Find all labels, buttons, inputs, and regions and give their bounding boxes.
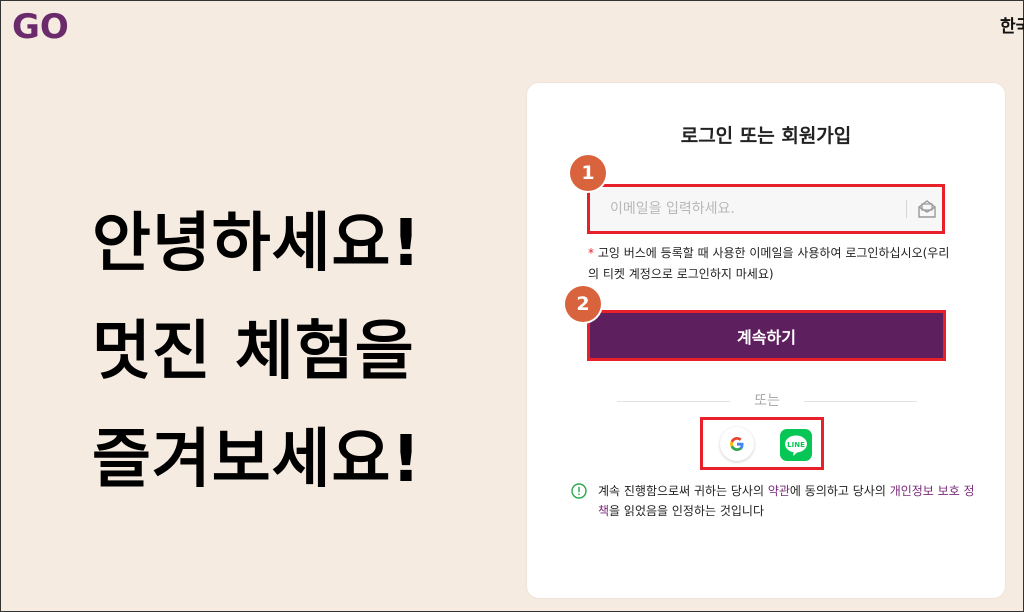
svg-text:GO: GO	[12, 8, 69, 44]
hero-heading: 안녕하세요! 멋진 체험을 즐겨보세요!	[92, 190, 422, 514]
email-input[interactable]	[602, 187, 908, 231]
continue-button[interactable]: 계속하기	[590, 313, 943, 358]
terms-notice: 계속 진행함으로써 귀하는 당사의 약관에 동의하고 당사의 개인정보 보호 정…	[571, 481, 981, 521]
email-note-text: 고잉 버스에 등록할 때 사용한 이메일을 사용하여 로그인하십시오(우리의 티…	[588, 246, 950, 281]
card-title: 로그인 또는 회원가입	[680, 125, 852, 147]
email-divider	[906, 200, 907, 218]
svg-text:LINE: LINE	[787, 441, 805, 449]
google-login-button[interactable]	[720, 427, 754, 461]
terms-link[interactable]: 약관	[768, 484, 790, 498]
step-1-badge: 1	[570, 155, 606, 191]
email-note: * 고잉 버스에 등록할 때 사용한 이메일을 사용하여 로그인하십시오(우리의…	[588, 243, 958, 285]
step-2-badge: 2	[565, 286, 601, 322]
terms-middle: 에 동의하고 당사의	[789, 484, 890, 498]
terms-text: 계속 진행함으로써 귀하는 당사의 약관에 동의하고 당사의 개인정보 보호 정…	[571, 481, 981, 521]
hero-line-3: 즐겨보세요!	[92, 423, 422, 497]
divider-left	[617, 401, 730, 402]
language-selector[interactable]: 한국어	[1000, 12, 1024, 37]
required-star: *	[588, 246, 594, 260]
divider-right	[804, 401, 917, 402]
go-logo[interactable]: GO	[12, 7, 78, 47]
continue-button-highlight: 계속하기	[587, 310, 946, 361]
hero-line-1: 안녕하세요!	[92, 207, 422, 281]
or-label: 또는	[754, 393, 780, 409]
google-icon	[730, 437, 744, 451]
terms-suffix: 을 읽었음을 인정하는 것입니다	[609, 504, 765, 518]
line-login-button[interactable]: LINE	[780, 429, 812, 461]
terms-prefix: 계속 진행함으로써 귀하는 당사의	[598, 484, 768, 498]
line-icon: LINE	[785, 435, 807, 456]
email-field-highlight	[587, 184, 945, 234]
info-circle-icon	[571, 483, 587, 499]
hero-line-2: 멋진 체험을	[92, 315, 415, 389]
mail-icon	[916, 198, 938, 220]
social-login-highlight: LINE	[700, 417, 824, 470]
